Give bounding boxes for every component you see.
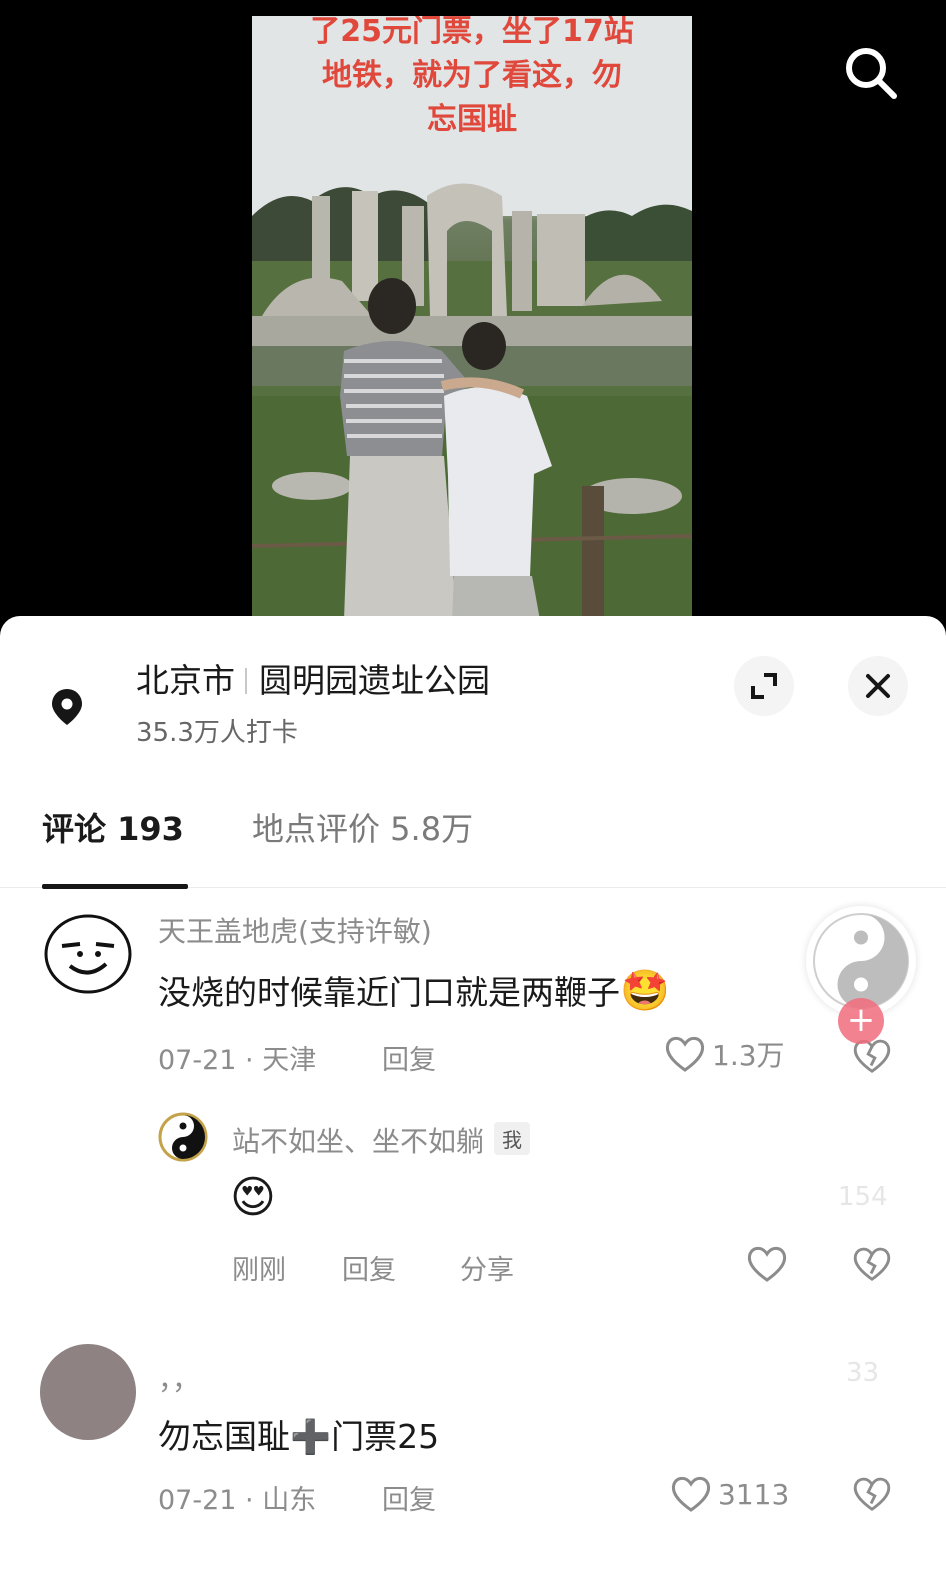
like-button[interactable]: 1.3万 <box>664 1034 785 1074</box>
close-button[interactable] <box>848 656 908 716</box>
like-button[interactable]: 3113 <box>670 1474 789 1514</box>
active-tab-indicator <box>42 884 188 889</box>
follow-plus-icon[interactable]: + <box>838 998 884 1044</box>
ghost-count: 154 <box>838 1182 888 1212</box>
comment-meta: 07-21 · 天津 <box>158 1045 317 1076</box>
share-button[interactable]: 分享 <box>460 1248 514 1287</box>
comment-text: 勿忘国耻➕门票25 <box>158 1417 440 1456</box>
heart-icon <box>671 1476 711 1512</box>
comment-text: 没烧的时候靠近门口就是两鞭子🤩 <box>158 966 670 1014</box>
like-count: 3113 <box>718 1477 790 1511</box>
video-frame[interactable]: 了25元门票，坐了17站 地铁，就为了看这，勿 忘国耻 <box>252 16 692 620</box>
search-icon[interactable] <box>838 40 902 104</box>
checkin-count: 35.3万人打卡 <box>136 718 298 748</box>
expand-icon <box>751 673 777 699</box>
heart-icon <box>747 1246 787 1282</box>
yin-yang-icon <box>158 1112 208 1162</box>
heart-icon <box>665 1036 705 1072</box>
tab-place-reviews[interactable]: 地点评价 5.8万 <box>252 804 473 850</box>
caption-line: 地铁，就为了看这，勿 <box>322 58 622 93</box>
avatar[interactable] <box>40 904 136 1000</box>
comment-author[interactable]: 天王盖地虎(支持许敏) <box>158 910 432 950</box>
title-divider <box>245 668 247 694</box>
close-icon <box>866 674 890 698</box>
ghost-count: 33 <box>846 1358 880 1388</box>
reply-emoji: 😍 <box>230 1172 276 1223</box>
comment-body: 没烧的时候靠近门口就是两鞭子 <box>158 973 620 1012</box>
comment-author[interactable]: ，， <box>158 1358 200 1398</box>
reply-meta: 刚刚 <box>232 1255 286 1286</box>
location-sheet: 北京市 圆明园遗址公园 35.3万人打卡 评论 193 地点评价 5.8万 天王… <box>0 616 946 1574</box>
location-place: 圆明园遗址公园 <box>259 661 490 700</box>
reply-button[interactable]: 回复 <box>382 1038 436 1077</box>
video-caption: 了25元门票，坐了17站 地铁，就为了看这，勿 忘国耻 <box>252 16 692 142</box>
like-button[interactable] <box>746 1244 794 1284</box>
tab-comments[interactable]: 评论 193 <box>42 804 184 850</box>
reply-author[interactable]: 站不如坐、坐不如躺我 <box>232 1120 531 1160</box>
expand-button[interactable] <box>734 656 794 716</box>
comment-meta: 07-21 · 山东 <box>158 1485 317 1516</box>
reply-author-name: 站不如坐、坐不如躺 <box>232 1125 485 1158</box>
reply-button[interactable]: 回复 <box>342 1248 396 1287</box>
tab-bar: 评论 193 地点评价 5.8万 <box>0 792 946 889</box>
caption-line: 忘国耻 <box>427 102 517 137</box>
me-badge: 我 <box>494 1122 531 1155</box>
broken-heart-icon[interactable] <box>852 1474 892 1514</box>
like-count: 1.3万 <box>712 1039 785 1072</box>
caption-line: 了25元门票，坐了17站 <box>310 16 634 49</box>
reply-button[interactable]: 回复 <box>382 1478 436 1517</box>
location-title: 北京市 圆明园遗址公园 <box>136 654 490 702</box>
avatar[interactable] <box>158 1112 208 1162</box>
broken-heart-icon[interactable] <box>852 1244 892 1284</box>
location-header[interactable]: 北京市 圆明园遗址公园 35.3万人打卡 <box>0 616 946 766</box>
video-player[interactable]: 了25元门票，坐了17站 地铁，就为了看这，勿 忘国耻 <box>0 0 946 640</box>
star-struck-emoji: 🤩 <box>620 968 670 1014</box>
avatar[interactable] <box>40 1344 136 1440</box>
location-pin-icon <box>46 686 88 728</box>
location-city: 北京市 <box>136 661 235 700</box>
